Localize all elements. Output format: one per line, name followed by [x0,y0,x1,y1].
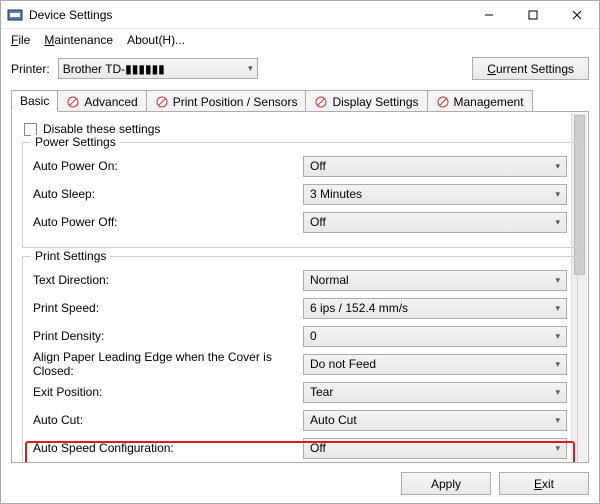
close-button[interactable] [555,1,599,29]
print-speed-select[interactable]: 6 ips / 152.4 mm/s▾ [303,298,567,319]
disable-row: Disable these settings [24,122,578,136]
auto-power-off-select[interactable]: Off▾ [303,212,567,233]
chevron-down-icon: ▾ [555,331,560,342]
menubar: File Maintenance About(H)... [1,29,599,51]
tab-display[interactable]: Display Settings [305,90,427,112]
tab-management[interactable]: Management [427,90,533,112]
prohibit-icon [155,95,169,109]
auto-sleep-select[interactable]: 3 Minutes▾ [303,184,567,205]
auto-power-on-select[interactable]: Off▾ [303,156,567,177]
align-paper-select[interactable]: Do not Feed▾ [303,354,567,375]
auto-cut-label: Auto Cut: [33,413,303,427]
exit-button[interactable]: Exit [499,472,589,495]
tab-advanced[interactable]: Advanced [57,90,146,112]
print-density-label: Print Density: [33,329,303,343]
maximize-button[interactable] [511,1,555,29]
minimize-button[interactable] [467,1,511,29]
auto-cut-select[interactable]: Auto Cut▾ [303,410,567,431]
printer-label: Printer: [11,62,50,76]
window: Device Settings File Maintenance About(H… [0,0,600,504]
disable-checkbox[interactable] [24,123,37,136]
chevron-down-icon: ▾ [555,217,560,228]
chevron-down-icon: ▾ [555,387,560,398]
printer-value: Brother TD-▮▮▮▮▮▮ [63,62,165,76]
current-settings-button[interactable]: Current Settings [472,57,589,80]
printer-combo[interactable]: Brother TD-▮▮▮▮▮▮ ▾ [58,58,258,79]
menu-maintenance[interactable]: Maintenance [38,31,119,49]
auto-power-on-label: Auto Power On: [33,159,303,173]
power-group-label: Power Settings [31,135,120,149]
chevron-down-icon: ▾ [555,359,560,370]
chevron-down-icon: ▾ [555,189,560,200]
tabs: Basic Advanced Print Position / Sensors … [1,90,599,112]
chevron-down-icon: ▾ [555,161,560,172]
auto-sleep-label: Auto Sleep: [33,187,303,201]
prohibit-icon [66,95,80,109]
chevron-down-icon: ▾ [555,275,560,286]
tab-print-position[interactable]: Print Position / Sensors [146,90,307,112]
print-density-select[interactable]: 0▾ [303,326,567,347]
chevron-down-icon: ▾ [555,415,560,426]
printer-row: Printer: Brother TD-▮▮▮▮▮▮ ▾ Current Set… [1,51,599,90]
exit-position-label: Exit Position: [33,385,303,399]
chevron-down-icon: ▾ [248,63,253,74]
auto-power-off-label: Auto Power Off: [33,215,303,229]
menu-about[interactable]: About(H)... [121,31,191,49]
window-controls [467,1,599,29]
text-direction-label: Text Direction: [33,273,303,287]
auto-speed-label: Auto Speed Configuration: [33,441,303,455]
print-settings-group: Print Settings Text Direction:Normal▾ Pr… [22,256,578,463]
disable-label: Disable these settings [43,122,160,136]
window-title: Device Settings [29,8,467,22]
prohibit-icon [436,95,450,109]
prohibit-icon [314,95,328,109]
app-icon [7,7,23,23]
chevron-down-icon: ▾ [555,443,560,454]
print-speed-label: Print Speed: [33,301,303,315]
footer: Apply Exit [1,464,599,503]
menu-file[interactable]: File [5,31,36,49]
titlebar: Device Settings [1,1,599,29]
chevron-down-icon: ▾ [555,303,560,314]
power-settings-group: Power Settings Auto Power On:Off▾ Auto S… [22,142,578,248]
tab-basic[interactable]: Basic [11,90,58,112]
tab-panel: Disable these settings Power Settings Au… [11,111,589,463]
text-direction-select[interactable]: Normal▾ [303,270,567,291]
align-paper-label: Align Paper Leading Edge when the Cover … [33,350,303,378]
exit-position-select[interactable]: Tear▾ [303,382,567,403]
auto-speed-select[interactable]: Off▾ [303,438,567,459]
print-group-label: Print Settings [31,249,110,263]
apply-button[interactable]: Apply [401,472,491,495]
